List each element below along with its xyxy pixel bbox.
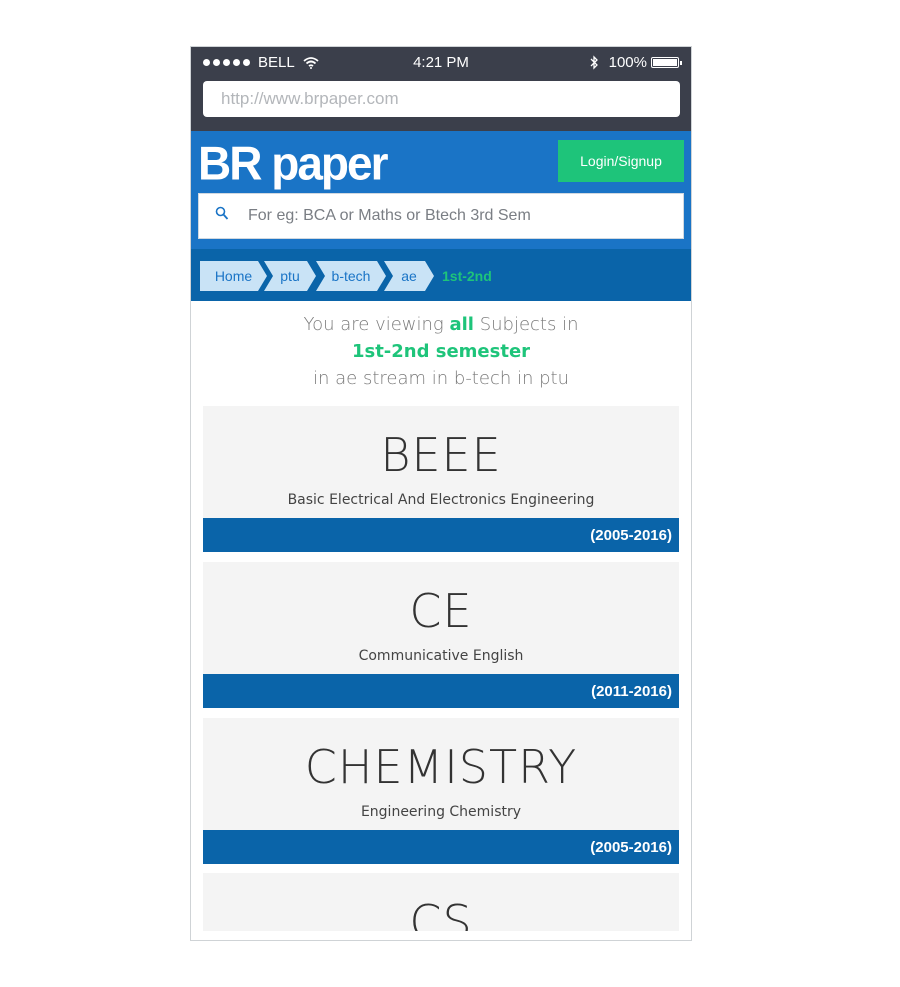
subject-years: (2005-2016): [590, 839, 672, 856]
viewing-semester: 1st-2nd semester: [351, 341, 531, 362]
breadcrumb-current: 1st-2nd: [442, 268, 492, 284]
subject-card-beee[interactable]: BEEE Basic Electrical And Electronics En…: [203, 406, 679, 552]
bluetooth-icon: [590, 55, 609, 70]
wifi-icon: [303, 56, 319, 69]
subject-name: Engineering Chemistry: [360, 804, 522, 820]
subject-years: (2005-2016): [590, 527, 672, 544]
breadcrumb-ptu[interactable]: ptu: [264, 261, 316, 291]
subject-card-ce[interactable]: CE Communicative English (2011-2016): [203, 562, 679, 708]
subject-years-bar: (2011-2016): [203, 674, 679, 708]
subject-card-chemistry[interactable]: CHEMISTRY Engineering Chemistry (2005-20…: [203, 718, 679, 864]
signal-strength-icon: [203, 59, 250, 66]
breadcrumb-home[interactable]: Home: [200, 261, 267, 291]
phone-frame: BELL 4:21 PM 100% http://www.brpaper.com…: [190, 46, 692, 941]
brpaper-logo[interactable]: BR paper: [198, 135, 388, 190]
site-header: BR paper Login/Signup For eg: BCA or Mat…: [191, 131, 691, 249]
url-bar[interactable]: http://www.brpaper.com: [203, 81, 680, 117]
login-signup-button[interactable]: Login/Signup: [558, 140, 684, 182]
viewing-detail: in ae stream in b-tech in ptu: [313, 368, 569, 389]
breadcrumb: Home ptu b-tech ae 1st-2nd: [191, 249, 691, 301]
subject-card-cs[interactable]: CS: [203, 873, 679, 931]
subject-name: Communicative English: [358, 648, 524, 664]
viewing-suffix: Subjects in: [473, 314, 579, 335]
search-input[interactable]: For eg: BCA or Maths or Btech 3rd Sem: [198, 193, 684, 239]
battery-percentage: 100%: [608, 54, 647, 71]
subject-name: Basic Electrical And Electronics Enginee…: [287, 492, 595, 508]
search-placeholder: For eg: BCA or Maths or Btech 3rd Sem: [248, 207, 531, 224]
viewing-line-1: You are viewing all Subjects in: [191, 311, 691, 338]
battery-icon: [651, 57, 682, 68]
subject-code: CS: [409, 895, 473, 931]
status-bar: BELL 4:21 PM 100%: [191, 47, 691, 77]
subject-code: BEEE: [380, 428, 502, 482]
browser-chrome: BELL 4:21 PM 100% http://www.brpaper.com: [191, 47, 691, 131]
carrier-label: BELL: [258, 54, 295, 71]
subject-years-bar: (2005-2016): [203, 518, 679, 552]
search-icon: [215, 206, 229, 227]
subject-code: CE: [409, 584, 473, 638]
breadcrumb-btech[interactable]: b-tech: [316, 261, 386, 291]
viewing-prefix: You are viewing: [303, 314, 450, 335]
breadcrumb-ae[interactable]: ae: [384, 261, 434, 291]
viewing-summary: You are viewing all Subjects in 1st-2nd …: [191, 311, 691, 392]
subject-code: CHEMISTRY: [304, 740, 578, 794]
battery-level: [653, 59, 677, 66]
subject-years: (2011-2016): [591, 683, 672, 700]
subject-years-bar: (2005-2016): [203, 830, 679, 864]
viewing-highlight: all: [449, 314, 474, 335]
